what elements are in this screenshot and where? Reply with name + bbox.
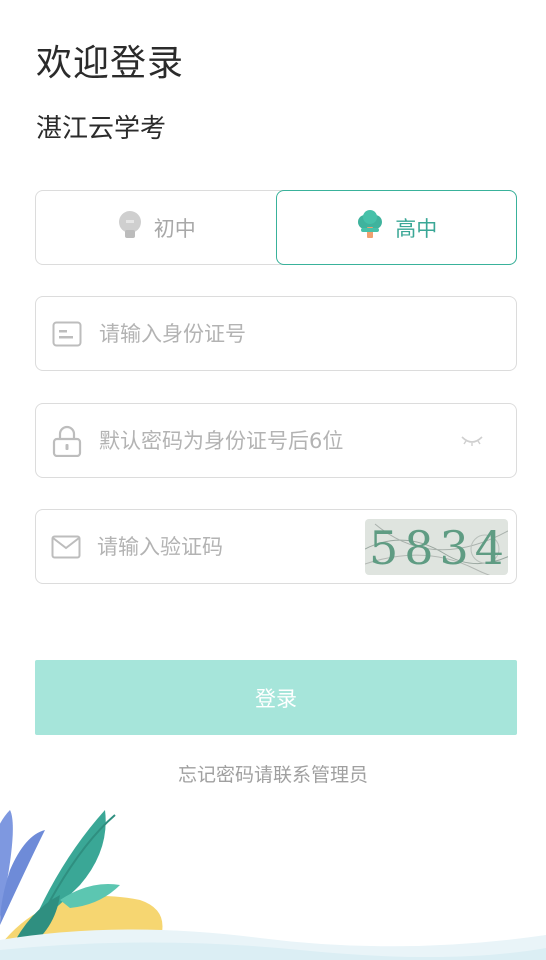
wave-decoration-icon: [0, 929, 546, 960]
verification-code-input[interactable]: [97, 510, 365, 583]
verification-code-field: 5834: [35, 509, 517, 584]
id-number-input[interactable]: [99, 297, 516, 370]
captcha-text: 5834: [369, 520, 508, 575]
app-name: 湛江云学考: [36, 114, 167, 144]
captcha-image[interactable]: 5834: [365, 518, 508, 575]
forgot-password-hint: 忘记密码请联系管理员: [177, 764, 368, 786]
tab-senior-high-label: 高中: [395, 216, 438, 241]
login-button[interactable]: 登录: [35, 660, 517, 735]
tab-junior-high-label: 初中: [153, 216, 196, 241]
mail-icon: [51, 535, 81, 559]
id-card-icon: [51, 321, 83, 347]
eye-closed-icon[interactable]: [452, 435, 492, 447]
id-number-field: [35, 296, 517, 371]
lock-icon: [51, 425, 83, 457]
password-input[interactable]: [99, 404, 452, 477]
password-field: [35, 403, 517, 478]
level-selector: 初中 高中: [35, 190, 517, 265]
tree-icon: [355, 210, 385, 245]
lightbulb-icon: [116, 210, 144, 245]
page-title: 欢迎登录: [36, 43, 185, 84]
tab-junior-high[interactable]: 初中: [36, 191, 276, 264]
tab-senior-high[interactable]: 高中: [275, 190, 517, 265]
